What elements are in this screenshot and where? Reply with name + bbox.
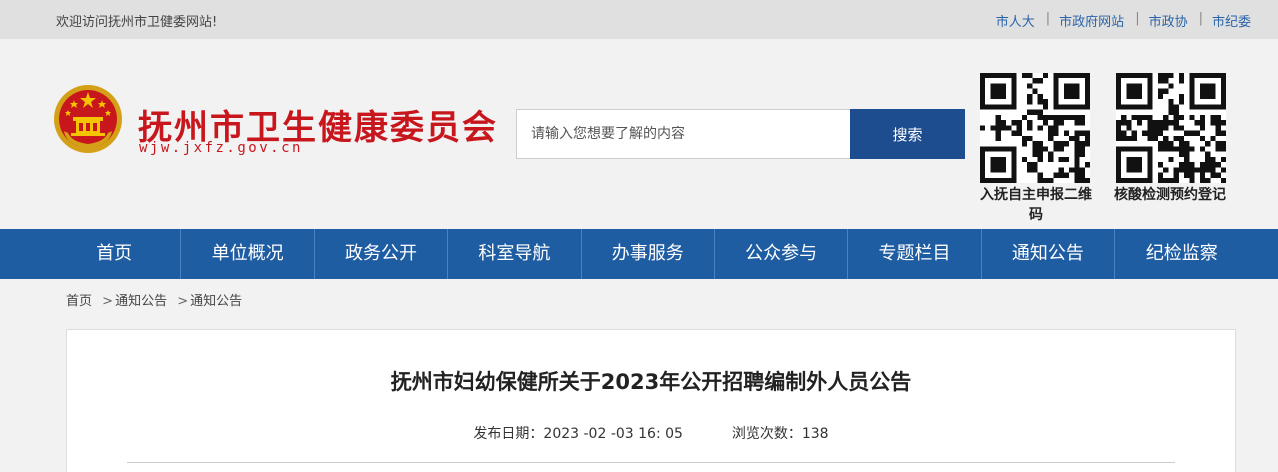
breadcrumb-separator: > [102,294,114,309]
nav-item-participation[interactable]: 公众参与 [715,229,849,279]
publish-date: 2023 -02 -03 16: 05 [543,426,683,442]
top-link-separator: | [1135,11,1140,26]
article-panel: 抚州市妇幼保健所关于2023年公开招聘编制外人员公告 发布日期：2023 -02… [66,329,1236,472]
national-emblem-icon [54,85,122,153]
top-link-renda[interactable]: 市人大 [996,11,1035,30]
search-button[interactable]: 搜索 [850,109,965,159]
nav-item-overview[interactable]: 单位概况 [181,229,315,279]
top-link-jiwei[interactable]: 市纪委 [1212,11,1251,30]
breadcrumb: 首页 > 通知公告 > 通知公告 [66,290,242,309]
qr-code-icon[interactable] [1116,73,1226,183]
nav-item-services[interactable]: 办事服务 [582,229,715,279]
nav-item-gov-affairs[interactable]: 政务公开 [315,229,449,279]
top-link-government[interactable]: 市政府网站 [1059,11,1124,30]
site-header: 抚州市卫生健康委员会 wjw.jxfz.gov.cn 搜索 入抚自主申报二维码 … [0,39,1278,229]
publish-date-label: 发布日期： [473,426,544,442]
top-link-separator: | [1198,11,1203,26]
top-bar: 欢迎访问抚州市卫健委网站! 市人大 | 市政府网站 | 市政协 | 市纪委 [0,0,1278,39]
article-divider [127,462,1175,463]
breadcrumb-separator: > [177,294,189,309]
welcome-text: 欢迎访问抚州市卫健委网站! [56,15,218,30]
search-input[interactable] [516,109,851,159]
top-link-zhengxie[interactable]: 市政协 [1149,11,1188,30]
qr-code-icon[interactable] [980,73,1090,183]
top-links: 市人大 | 市政府网站 | 市政协 | 市纪委 [996,11,1251,30]
nav-item-topics[interactable]: 专题栏目 [848,229,982,279]
nav-item-home[interactable]: 首页 [48,229,182,279]
view-count-label: 浏览次数： [731,426,802,442]
article-meta: 发布日期：2023 -02 -03 16: 05 浏览次数：138 [67,423,1235,443]
breadcrumb-notices-current[interactable]: 通知公告 [190,294,242,309]
breadcrumb-notices[interactable]: 通知公告 [115,294,167,309]
article-title: 抚州市妇幼保健所关于2023年公开招聘编制外人员公告 [390,370,912,394]
main-nav: 首页 单位概况 政务公开 科室导航 办事服务 公众参与 专题栏目 通知公告 纪检… [0,229,1278,279]
qr-caption-self-report: 入抚自主申报二维码 [980,187,1092,223]
nav-item-departments[interactable]: 科室导航 [448,229,582,279]
qr-caption-nucleic-test: 核酸检测预约登记 [1114,187,1226,203]
view-count: 138 [801,426,829,442]
site-domain: wjw.jxfz.gov.cn [139,140,303,156]
top-link-separator: | [1045,11,1051,26]
nav-item-discipline[interactable]: 纪检监察 [1115,229,1248,279]
breadcrumb-home[interactable]: 首页 [66,294,92,309]
nav-item-notices[interactable]: 通知公告 [982,229,1116,279]
